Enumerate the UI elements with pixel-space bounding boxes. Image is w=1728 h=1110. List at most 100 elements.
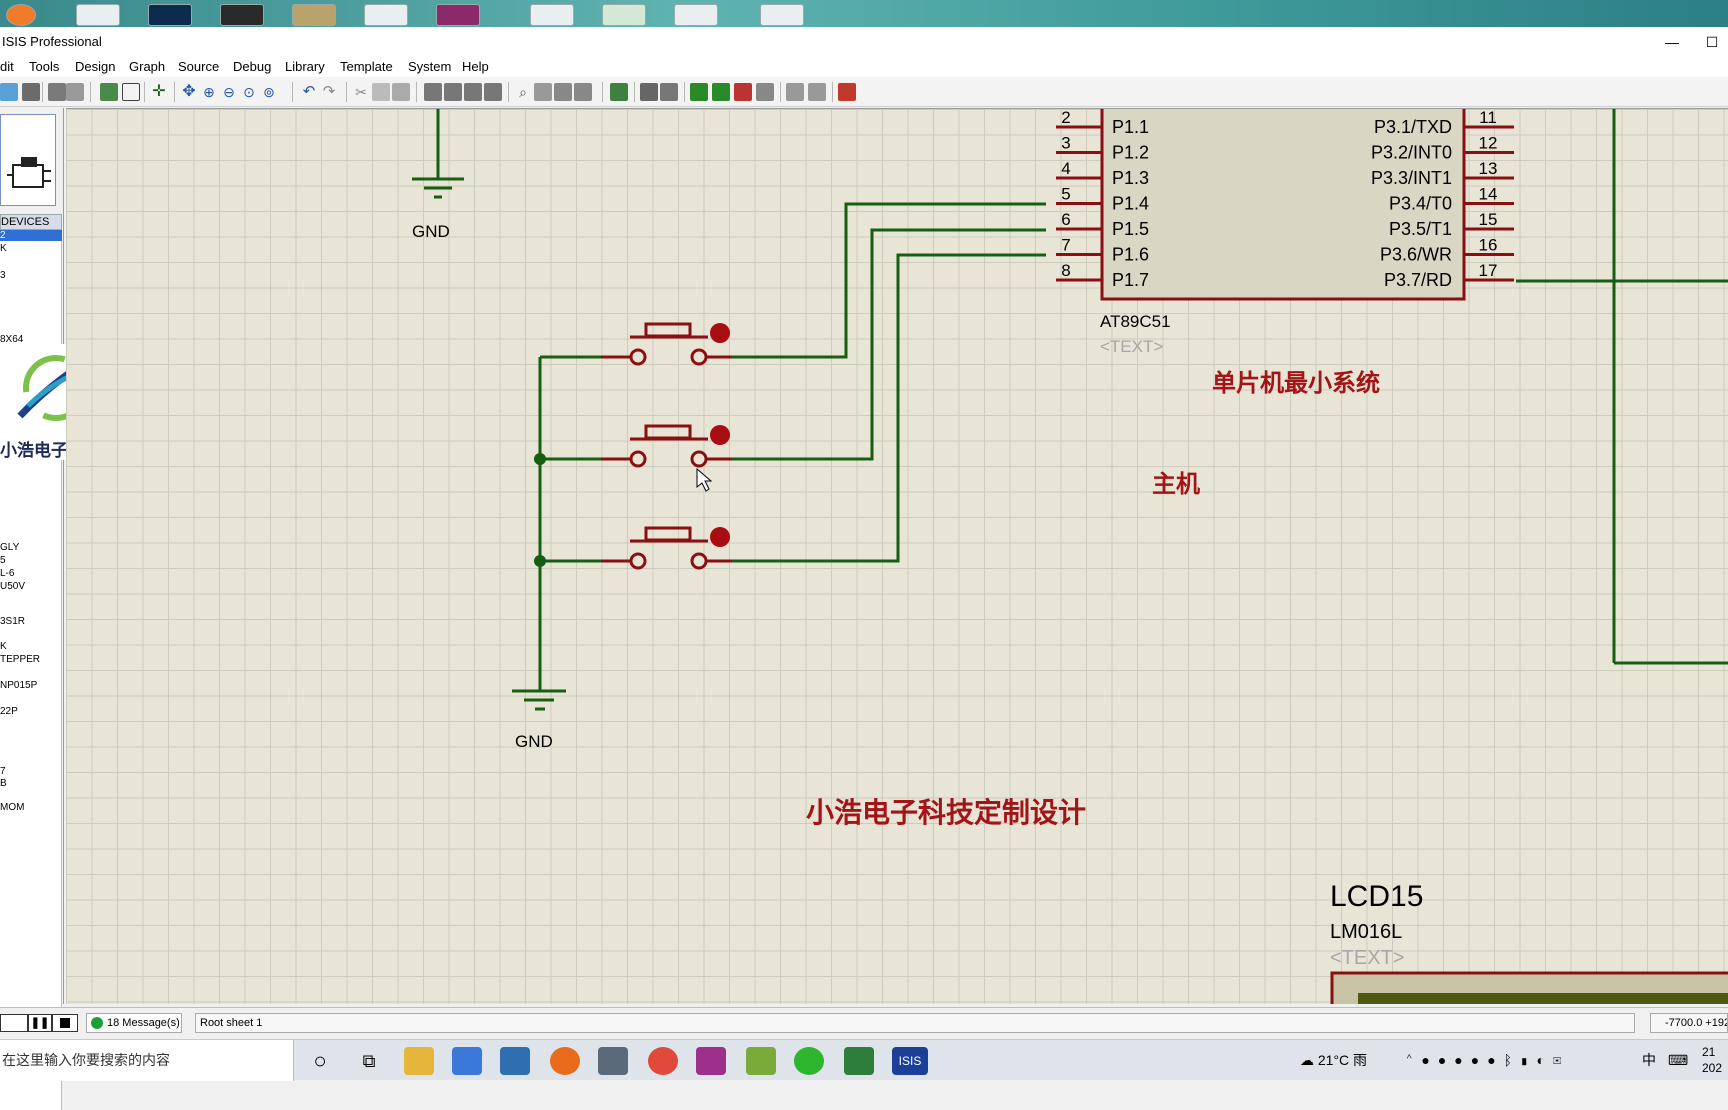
ime-indicator[interactable]: 中 — [1642, 1040, 1656, 1081]
bom-icon[interactable] — [786, 83, 804, 101]
device-item[interactable]: GLY — [0, 542, 62, 553]
document-icon[interactable] — [364, 4, 408, 26]
pick-device-icon[interactable]: ⌕ — [514, 83, 532, 101]
search-tag-icon[interactable] — [640, 83, 658, 101]
search-app-icon[interactable] — [550, 1047, 580, 1075]
device-item[interactable]: 22P — [0, 706, 62, 717]
desktop-app-icon[interactable] — [292, 4, 336, 26]
task-view-icon[interactable]: ⧉ — [354, 1047, 384, 1075]
ground-symbol-bottom[interactable] — [512, 689, 566, 711]
weather-widget[interactable]: ☁ 21°C 雨 — [1300, 1040, 1367, 1081]
desktop-app-icon[interactable] — [6, 4, 36, 26]
step-button[interactable] — [0, 1014, 28, 1032]
origin-icon[interactable]: ✛ — [150, 83, 168, 101]
chrome-icon[interactable] — [648, 1047, 678, 1075]
push-button-1[interactable] — [601, 322, 732, 366]
desktop-app-icon[interactable] — [602, 4, 646, 26]
block-rotate-icon[interactable] — [464, 83, 482, 101]
minimize-button[interactable]: — — [1660, 31, 1684, 53]
desktop-app-icon[interactable] — [436, 4, 480, 26]
pause-button[interactable]: ❚❚ — [28, 1014, 52, 1032]
zoom-area-icon[interactable]: ⊚ — [260, 83, 278, 101]
device-item[interactable]: K — [0, 641, 62, 652]
block-move-icon[interactable] — [444, 83, 462, 101]
zoom-all-icon[interactable]: ⊙ — [240, 83, 258, 101]
taskbar-search-input[interactable]: 在这里输入你要搜索的内容 — [0, 1040, 294, 1081]
block-copy-icon[interactable] — [424, 83, 442, 101]
wire-autorouter-icon[interactable] — [610, 83, 628, 101]
device-item[interactable]: NP015P — [0, 680, 62, 691]
menu-source[interactable]: Source — [178, 59, 219, 74]
desktop-app-icon[interactable] — [674, 4, 718, 26]
cut-icon[interactable]: ✂ — [352, 83, 370, 101]
goto-sheet-icon[interactable] — [756, 83, 774, 101]
wechat-icon[interactable] — [794, 1047, 824, 1075]
lcd-module[interactable] — [1330, 971, 1728, 1004]
menu-system[interactable]: System — [408, 59, 451, 74]
property-tool-icon[interactable] — [660, 83, 678, 101]
device-item[interactable]: B — [0, 778, 62, 789]
refresh-icon[interactable] — [100, 83, 118, 101]
menu-help[interactable]: Help — [462, 59, 489, 74]
menu-design[interactable]: Design — [75, 59, 115, 74]
messages-field[interactable]: 18 Message(s) — [86, 1013, 182, 1033]
keyboard-icon[interactable]: ⌨ — [1668, 1040, 1688, 1081]
device-item[interactable]: 3S1R — [0, 616, 62, 627]
save-icon[interactable] — [0, 83, 18, 101]
ground-symbol-top[interactable] — [412, 109, 464, 199]
menu-tools[interactable]: Tools — [29, 59, 59, 74]
device-item[interactable]: 3 — [0, 270, 62, 281]
menu-edit[interactable]: dit — [0, 59, 14, 74]
grid-icon[interactable] — [122, 83, 140, 101]
package-tool-icon[interactable] — [554, 83, 572, 101]
new-sheet-icon[interactable] — [690, 83, 708, 101]
print-area-icon[interactable] — [66, 83, 84, 101]
redo-icon[interactable]: ↷ — [320, 83, 338, 101]
make-device-icon[interactable] — [534, 83, 552, 101]
paste-icon[interactable] — [392, 83, 410, 101]
device-item[interactable]: 2 — [0, 230, 62, 241]
pan-icon[interactable]: ✥ — [180, 83, 198, 101]
cortana-icon[interactable]: ○ — [305, 1047, 335, 1075]
overview-window[interactable] — [0, 114, 56, 206]
device-item[interactable]: TEPPER — [0, 654, 62, 665]
undo-icon[interactable]: ↶ — [300, 83, 318, 101]
menu-template[interactable]: Template — [340, 59, 393, 74]
app-icon[interactable] — [844, 1047, 874, 1075]
store-icon[interactable] — [452, 1047, 482, 1075]
import-icon[interactable] — [22, 83, 40, 101]
device-item[interactable]: MOM — [0, 802, 62, 813]
photoshop-icon[interactable] — [148, 4, 192, 26]
device-item[interactable]: L-6 — [0, 568, 62, 579]
tray-icons[interactable]: ⌃●●●●●ᛒ▮◐✉ — [1405, 1040, 1569, 1081]
block-delete-icon[interactable] — [484, 83, 502, 101]
desktop-app-icon[interactable] — [530, 4, 574, 26]
print-icon[interactable] — [48, 83, 66, 101]
calculator-icon[interactable] — [598, 1047, 628, 1075]
decompose-icon[interactable] — [574, 83, 592, 101]
menu-graph[interactable]: Graph — [129, 59, 165, 74]
remove-sheet-icon[interactable] — [734, 83, 752, 101]
device-item[interactable]: 7 — [0, 766, 62, 777]
desktop-app-icon[interactable] — [220, 4, 264, 26]
zoom-in-icon[interactable]: ⊕ — [200, 83, 218, 101]
menu-debug[interactable]: Debug — [233, 59, 271, 74]
menu-library[interactable]: Library — [285, 59, 325, 74]
desktop-folder-icon[interactable] — [76, 4, 120, 26]
device-item[interactable]: 5 — [0, 555, 62, 566]
schematic-canvas[interactable]: GND GND 2 P1.1 3 P1.2 4 P1.3 5 P1.4 6 P1… — [66, 108, 1728, 1004]
desktop-app-icon[interactable] — [760, 4, 804, 26]
isis-taskbar-button[interactable]: ISIS — [892, 1047, 928, 1075]
device-item[interactable]: K — [0, 243, 62, 254]
notepad-icon[interactable] — [746, 1047, 776, 1075]
file-explorer-icon[interactable] — [404, 1047, 434, 1075]
zoom-out-icon[interactable]: ⊖ — [220, 83, 238, 101]
maximize-button[interactable]: ☐ — [1700, 31, 1724, 53]
push-button-3[interactable] — [601, 526, 732, 570]
push-button-2[interactable] — [601, 424, 732, 468]
device-item[interactable]: U50V — [0, 581, 62, 592]
ares-netlist-icon[interactable] — [838, 83, 856, 101]
copy-icon[interactable] — [372, 83, 390, 101]
add-sheet-icon[interactable] — [712, 83, 730, 101]
clock[interactable]: 21 202 — [1702, 1040, 1722, 1081]
